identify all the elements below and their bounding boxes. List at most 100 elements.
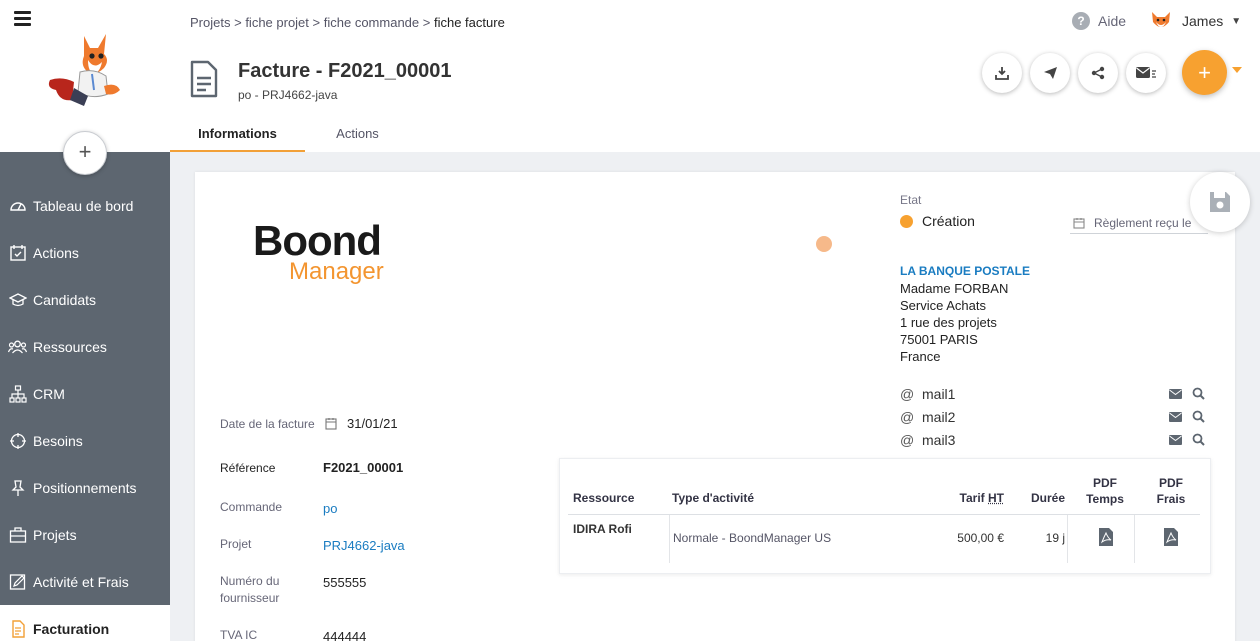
mail-value: mail3	[922, 431, 956, 448]
pdf-temps-line2: Temps	[1086, 492, 1124, 506]
mail-row: @ mail1	[900, 382, 1205, 405]
save-button[interactable]	[1190, 172, 1250, 232]
hamburger-menu-icon[interactable]	[14, 11, 31, 26]
mail-row: @ mail3	[900, 428, 1205, 451]
paper-plane-icon	[1043, 67, 1057, 79]
sidebar-item-actions[interactable]: Actions	[0, 229, 170, 276]
pdf-frais-icon[interactable]	[1163, 527, 1179, 547]
boond-manager-logo: Boond Manager	[253, 220, 384, 284]
email-sent-button[interactable]	[1126, 53, 1166, 93]
sidebar-item-activite-et-frais[interactable]: Activité et Frais	[0, 558, 170, 605]
projet-label: Projet	[220, 537, 252, 551]
sidebar-item-label: Tableau de bord	[33, 197, 134, 214]
address-line: 1 rue des projets	[900, 315, 997, 330]
sidebar-header	[0, 0, 170, 152]
sidebar-item-projets[interactable]: Projets	[0, 511, 170, 558]
chevron-down-icon: ▼	[1231, 15, 1242, 27]
sidebar-item-besoins[interactable]: Besoins	[0, 417, 170, 464]
help-link[interactable]: ? Aide	[1072, 12, 1126, 30]
projet-link[interactable]: PRJ4662-java	[323, 538, 405, 553]
sidebar-item-ressources[interactable]: Ressources	[0, 323, 170, 370]
crosshair-icon	[8, 431, 27, 450]
sidebar-item-label: Actions	[33, 244, 79, 261]
etat-label: Etat	[900, 193, 922, 207]
help-icon: ?	[1072, 12, 1090, 30]
breadcrumb: Projets > fiche projet > fiche commande …	[190, 15, 505, 30]
sidebar-item-label: Candidats	[33, 291, 97, 308]
send-button[interactable]	[1030, 53, 1070, 93]
column-divider	[1067, 515, 1068, 563]
header-divider	[568, 514, 1200, 515]
sidebar-nav: Tableau de bord Actions Candidats Ressou…	[0, 182, 170, 641]
address-line: 75001 PARIS	[900, 332, 978, 347]
quick-add-button[interactable]: +	[63, 131, 107, 175]
invoice-icon	[8, 619, 27, 638]
floppy-disk-icon	[1210, 192, 1230, 212]
client-name-link[interactable]: LA BANQUE POSTALE	[900, 263, 1030, 280]
tva-value: 444444	[323, 629, 367, 641]
tarif-header-text: Tarif	[959, 491, 988, 505]
users-icon	[8, 337, 27, 356]
pin-icon	[8, 478, 27, 497]
sidebar-item-positionnements[interactable]: Positionnements	[0, 464, 170, 511]
search-icon[interactable]	[1192, 387, 1205, 400]
sidebar-item-candidats[interactable]: Candidats	[0, 276, 170, 323]
search-icon[interactable]	[1192, 433, 1205, 446]
pdf-frais-line2: Frais	[1156, 492, 1186, 506]
invoice-date-field[interactable]: 31/01/21	[325, 416, 398, 431]
mail-row: @ mail2	[900, 405, 1205, 428]
tarif-header-ht: HT	[988, 491, 1004, 505]
column-header-tarif: Tarif HT	[932, 490, 1004, 506]
tab-actions[interactable]: Actions	[305, 117, 410, 152]
sidebar-item-crm[interactable]: CRM	[0, 370, 170, 417]
commande-link[interactable]: po	[323, 501, 337, 516]
sidebar-item-facturation[interactable]: Facturation	[0, 605, 170, 641]
column-divider	[669, 515, 670, 563]
address-line: Madame FORBAN	[900, 281, 1009, 296]
column-header-pdf-temps: PDF Temps	[1076, 475, 1134, 507]
breadcrumb-link-fiche-projet[interactable]: fiche projet	[245, 15, 309, 30]
caret-down-icon[interactable]	[1232, 67, 1242, 73]
invoice-document-icon	[190, 60, 218, 98]
row-ressource[interactable]: IDIRA Rofi	[573, 522, 632, 536]
address-line: France	[900, 349, 941, 364]
help-label: Aide	[1098, 13, 1127, 29]
envelope-icon[interactable]	[1169, 388, 1182, 399]
pdf-temps-icon[interactable]	[1098, 527, 1114, 547]
breadcrumb-separator: >	[312, 15, 321, 30]
at-icon: @	[900, 385, 915, 402]
mail-sent-icon	[1136, 67, 1156, 78]
envelope-icon[interactable]	[1169, 434, 1182, 445]
share-button[interactable]	[1078, 53, 1118, 93]
search-icon[interactable]	[1192, 410, 1205, 423]
row-type: Normale - BoondManager US	[673, 531, 832, 545]
at-icon: @	[900, 431, 915, 448]
user-menu[interactable]: James ▼	[1150, 10, 1241, 32]
mail-value: mail2	[922, 408, 956, 425]
dashboard-icon	[8, 196, 27, 215]
add-action-button[interactable]: +	[1182, 50, 1227, 95]
page-title: Facture - F2021_00001	[238, 60, 452, 82]
column-header-duree: Durée	[1030, 491, 1065, 505]
fournisseur-value: 555555	[323, 575, 367, 590]
column-divider	[1134, 515, 1135, 563]
page-subtitle: po - PRJ4662-java	[238, 88, 338, 102]
sidebar-item-label: Besoins	[33, 432, 83, 449]
client-address: LA BANQUE POSTALE Madame FORBAN Service …	[900, 263, 1030, 365]
sidebar-item-tableau-de-bord[interactable]: Tableau de bord	[0, 182, 170, 229]
etat-value[interactable]: Création	[900, 213, 975, 229]
pdf-temps-line1: PDF	[1093, 476, 1117, 490]
breadcrumb-link-projets[interactable]: Projets	[190, 15, 230, 30]
reglement-date-field[interactable]: Règlement reçu le	[1070, 212, 1208, 234]
download-button[interactable]	[982, 53, 1022, 93]
breadcrumb-link-fiche-commande[interactable]: fiche commande	[324, 15, 419, 30]
fox-mascot-logo[interactable]	[44, 30, 130, 114]
envelope-icon[interactable]	[1169, 411, 1182, 422]
address-line: Service Achats	[900, 298, 986, 313]
logo-line-2: Manager	[289, 258, 384, 285]
status-dot-icon	[900, 214, 913, 228]
row-duree: 19 j	[1045, 531, 1065, 545]
tab-informations[interactable]: Informations	[170, 117, 305, 152]
column-header-pdf-frais: PDF Frais	[1142, 475, 1200, 507]
invoice-card: Boond Manager Etat Création Règlement re…	[195, 172, 1235, 641]
